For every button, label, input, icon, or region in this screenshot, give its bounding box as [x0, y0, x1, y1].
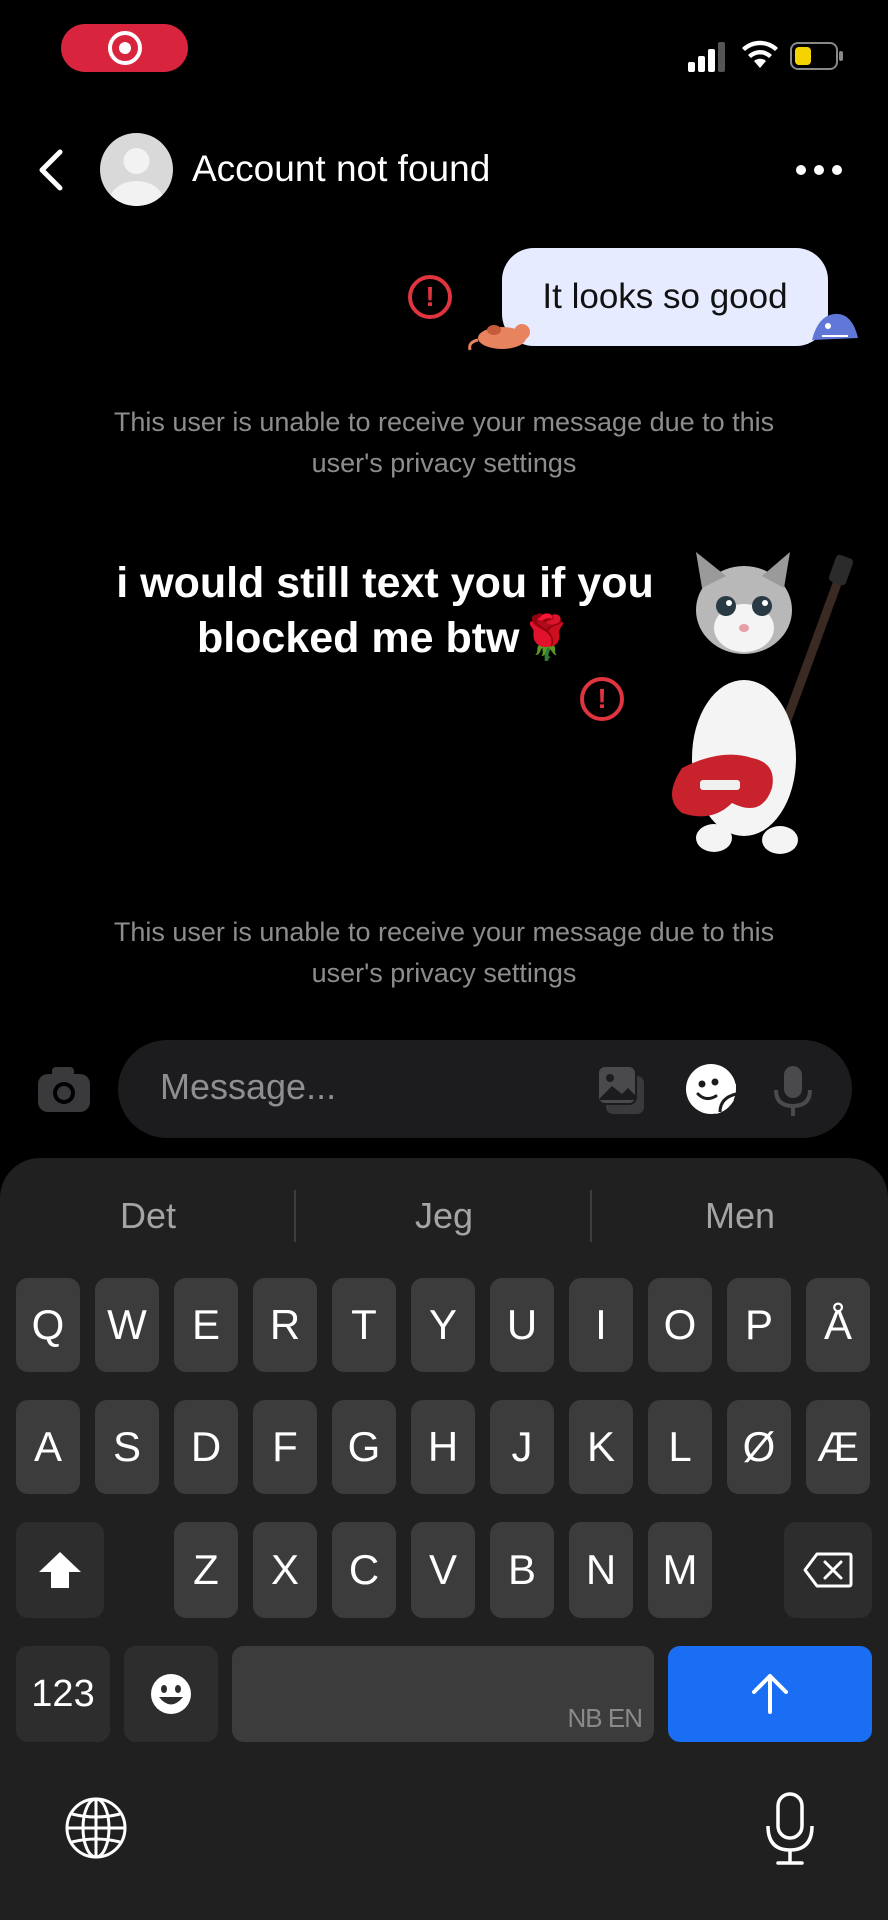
emoji-icon	[151, 1674, 191, 1714]
key[interactable]: D	[174, 1400, 238, 1494]
back-icon[interactable]	[30, 146, 74, 194]
contact-name[interactable]: Account not found	[192, 148, 490, 190]
key[interactable]: E	[174, 1278, 238, 1372]
key[interactable]: B	[490, 1522, 554, 1618]
globe-icon[interactable]	[64, 1796, 128, 1860]
suggestion-item[interactable]: Men	[592, 1186, 888, 1246]
battery-icon	[790, 42, 843, 70]
key[interactable]: O	[648, 1278, 712, 1372]
key[interactable]: R	[253, 1278, 317, 1372]
key[interactable]: Æ	[806, 1400, 870, 1494]
message-bubble[interactable]: It looks so good	[502, 248, 828, 346]
keyboard-language-label: NB EN	[567, 1703, 643, 1733]
privacy-notice: This user is unable to receive your mess…	[113, 917, 775, 988]
error-icon[interactable]: !	[580, 677, 624, 721]
more-icon[interactable]	[796, 160, 852, 180]
key[interactable]: N	[569, 1522, 633, 1618]
shift-key[interactable]	[16, 1522, 104, 1618]
mic-icon[interactable]	[770, 1064, 816, 1118]
key[interactable]: S	[95, 1400, 159, 1494]
key[interactable]: F	[253, 1400, 317, 1494]
cat-guitar-sticker[interactable]	[652, 548, 862, 858]
key[interactable]: J	[490, 1400, 554, 1494]
numbers-key[interactable]: 123	[16, 1646, 110, 1742]
privacy-notice: This user is unable to receive your mess…	[113, 407, 775, 478]
signal-icon	[688, 42, 725, 72]
avatar-icon[interactable]	[100, 133, 173, 206]
chat-header: Account not found	[0, 120, 888, 220]
shark-sticker	[812, 313, 858, 340]
error-icon[interactable]: !	[408, 275, 452, 319]
backspace-icon	[803, 1552, 853, 1588]
shift-icon	[39, 1552, 81, 1588]
emoji-key[interactable]	[124, 1646, 218, 1742]
message-input[interactable]: Message...	[160, 1066, 336, 1108]
send-key[interactable]	[668, 1646, 872, 1742]
suggestion-bar: Det Jeg Men	[0, 1186, 888, 1246]
key[interactable]: H	[411, 1400, 475, 1494]
key[interactable]: T	[332, 1278, 396, 1372]
key[interactable]: G	[332, 1400, 396, 1494]
dictation-mic-icon[interactable]	[762, 1792, 818, 1866]
key[interactable]: L	[648, 1400, 712, 1494]
status-bar	[0, 0, 888, 100]
key[interactable]: A	[16, 1400, 80, 1494]
key[interactable]: K	[569, 1400, 633, 1494]
camera-icon[interactable]	[36, 1064, 92, 1114]
screen-recording-indicator[interactable]	[61, 24, 188, 72]
key[interactable]: Y	[411, 1278, 475, 1372]
suggestion-item[interactable]: Jeg	[296, 1186, 592, 1246]
backspace-key[interactable]	[784, 1522, 872, 1618]
key[interactable]: Q	[16, 1278, 80, 1372]
space-key[interactable]: NB EN	[232, 1646, 654, 1742]
key[interactable]: Å	[806, 1278, 870, 1372]
sticker-icon[interactable]	[684, 1062, 738, 1116]
key[interactable]: I	[569, 1278, 633, 1372]
key[interactable]: V	[411, 1522, 475, 1618]
key[interactable]: X	[253, 1522, 317, 1618]
wifi-icon	[742, 40, 778, 68]
key[interactable]: W	[95, 1278, 159, 1372]
key[interactable]: Z	[174, 1522, 238, 1618]
suggestion-item[interactable]: Det	[0, 1186, 296, 1246]
gallery-icon[interactable]	[596, 1062, 648, 1116]
key[interactable]: U	[490, 1278, 554, 1372]
send-arrow-icon	[752, 1674, 788, 1714]
large-text-message[interactable]: i would still text you if you blocked me…	[90, 556, 680, 666]
record-icon	[107, 31, 142, 65]
message-composer[interactable]: Message...	[118, 1040, 852, 1138]
key[interactable]: C	[332, 1522, 396, 1618]
key[interactable]: M	[648, 1522, 712, 1618]
key[interactable]: Ø	[727, 1400, 791, 1494]
rat-sticker	[468, 324, 530, 351]
key[interactable]: P	[727, 1278, 791, 1372]
